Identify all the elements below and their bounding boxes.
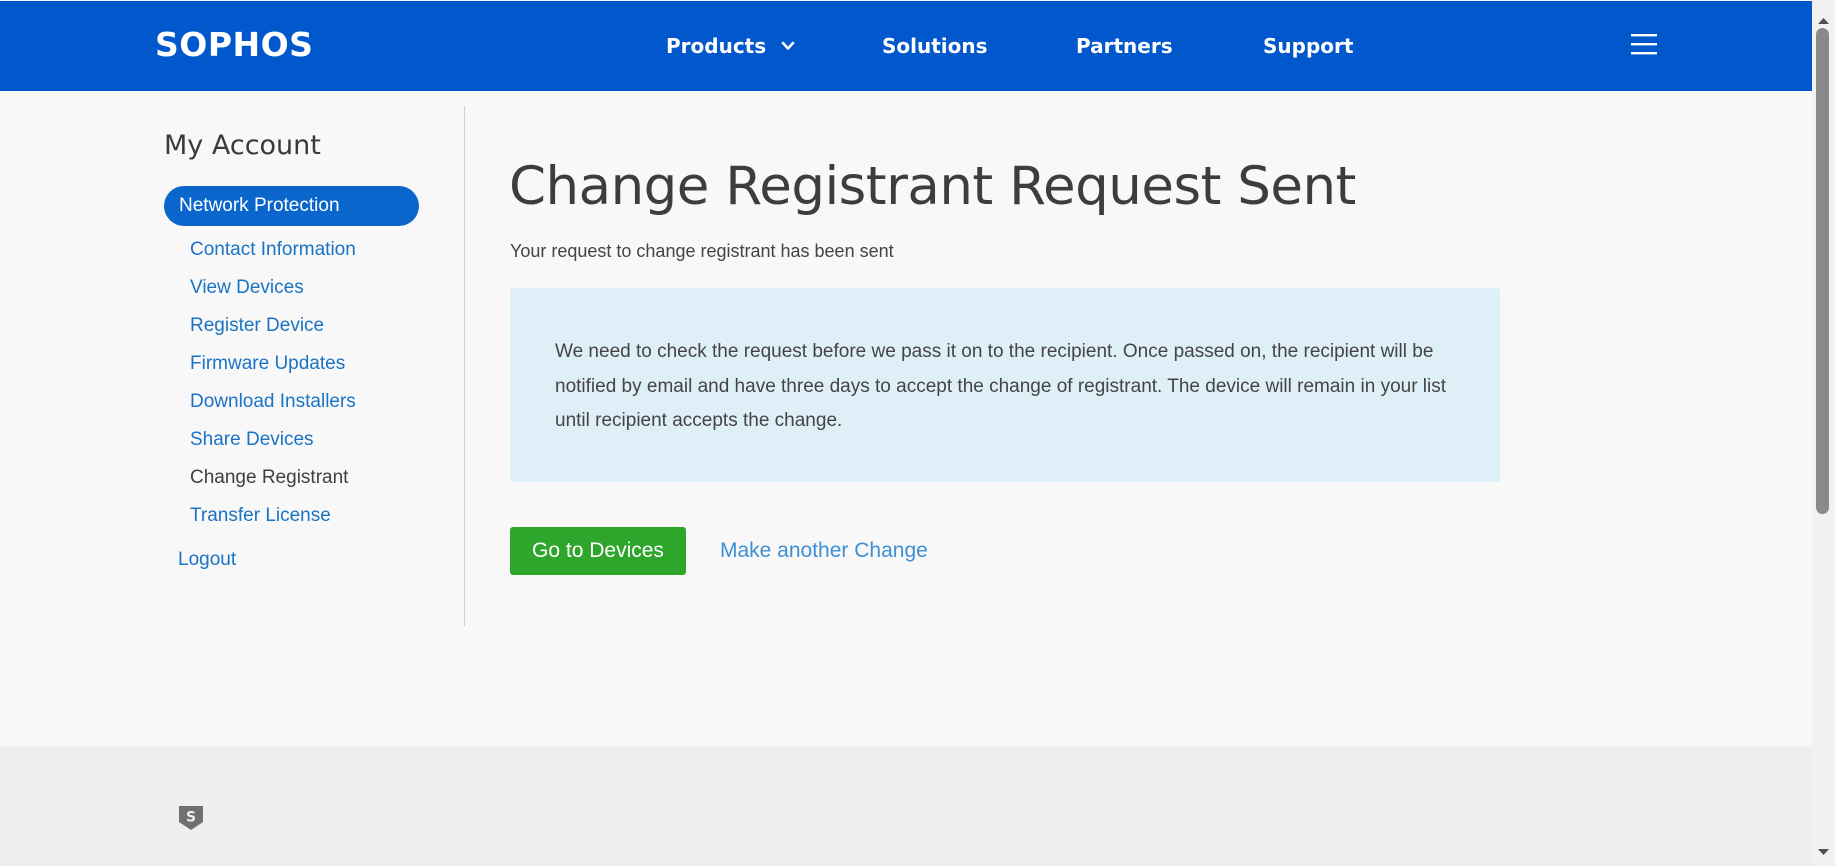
info-box: We need to check the request before we p… xyxy=(510,288,1500,482)
scroll-up-arrow-icon[interactable] xyxy=(1812,14,1835,28)
sophos-shield-icon[interactable]: S xyxy=(178,805,204,831)
sidebar-title: My Account xyxy=(164,130,321,161)
sidebar-item-change-registrant[interactable]: Change Registrant xyxy=(190,463,356,501)
nav-solutions[interactable]: Solutions xyxy=(882,31,988,61)
sidebar-menu: Contact Information View Devices Registe… xyxy=(190,235,356,539)
info-message: We need to check the request before we p… xyxy=(555,341,1447,431)
footer xyxy=(0,746,1812,866)
sidebar-item-share-devices[interactable]: Share Devices xyxy=(190,425,356,463)
sidebar-section-network-protection[interactable]: Network Protection xyxy=(164,186,419,226)
make-another-change-link[interactable]: Make another Change xyxy=(720,536,928,566)
nav-partners[interactable]: Partners xyxy=(1076,31,1173,61)
nav-products[interactable]: Products xyxy=(666,31,795,61)
scroll-down-arrow-icon[interactable] xyxy=(1812,845,1835,859)
sidebar-item-register-device[interactable]: Register Device xyxy=(190,311,356,349)
page-title: Change Registrant Request Sent xyxy=(509,156,1356,217)
hamburger-menu-icon[interactable] xyxy=(1630,32,1658,56)
top-navigation-bar: SOPHOS Products Solutions Partners Suppo… xyxy=(0,1,1812,91)
vertical-scrollbar[interactable] xyxy=(1812,0,1835,866)
sidebar-item-transfer-license[interactable]: Transfer License xyxy=(190,501,356,539)
svg-text:S: S xyxy=(186,810,196,826)
sidebar-item-firmware-updates[interactable]: Firmware Updates xyxy=(190,349,356,387)
sidebar-item-view-devices[interactable]: View Devices xyxy=(190,273,356,311)
sidebar-divider xyxy=(464,106,465,626)
scrollbar-thumb[interactable] xyxy=(1816,28,1829,514)
sophos-logo[interactable]: SOPHOS xyxy=(155,28,313,62)
go-to-devices-button[interactable]: Go to Devices xyxy=(510,527,686,575)
sidebar-item-download-installers[interactable]: Download Installers xyxy=(190,387,356,425)
chevron-down-icon xyxy=(781,41,795,50)
nav-products-label: Products xyxy=(666,34,767,58)
nav-support[interactable]: Support xyxy=(1263,31,1353,61)
page: SOPHOS Products Solutions Partners Suppo… xyxy=(0,0,1835,866)
logout-link[interactable]: Logout xyxy=(178,545,236,575)
confirmation-subtitle: Your request to change registrant has be… xyxy=(510,241,894,261)
sidebar-item-contact-information[interactable]: Contact Information xyxy=(190,235,356,273)
